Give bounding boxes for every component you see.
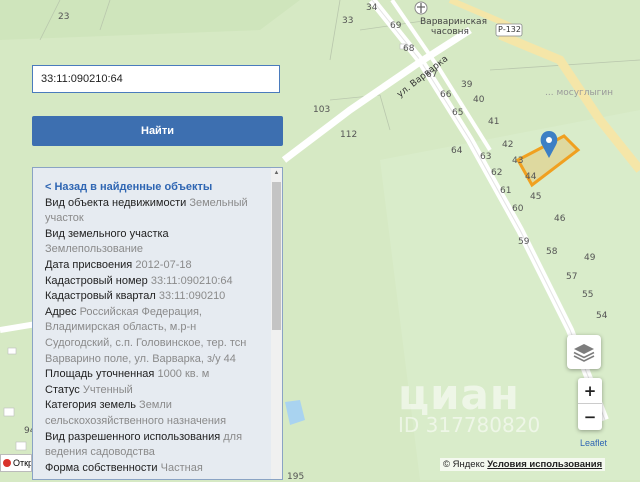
info-row: Категория земель Земли сельскохозяйствен…: [45, 399, 227, 427]
lot-number: 23: [58, 12, 70, 22]
lot-number: 49: [584, 253, 596, 263]
lot-number: 63: [480, 152, 492, 162]
lot-number: 62: [491, 168, 503, 178]
layers-icon: [573, 344, 595, 362]
lot-number: 195: [287, 472, 305, 482]
watermark: циан ID 317780820: [398, 370, 540, 437]
zoom-control: + −: [578, 378, 602, 430]
lot-number: 34: [366, 3, 378, 13]
lot-number: 66: [440, 90, 452, 100]
open-button-label: Откры: [13, 458, 31, 468]
lot-number: 69: [390, 21, 402, 31]
lot-number: 59: [518, 237, 530, 247]
lot-number: 67: [426, 70, 438, 80]
map-copyright: © Яндекс Условия использования: [440, 458, 606, 471]
lot-number: 61: [500, 186, 512, 196]
lot-number: 41: [488, 117, 500, 127]
scroll-up-arrow-icon[interactable]: ▲: [271, 168, 282, 179]
road-label: Р-132: [498, 25, 521, 34]
chapel-icon: [414, 1, 428, 15]
terms-of-use-link[interactable]: Условия использования: [487, 459, 602, 470]
zoom-in-button[interactable]: +: [578, 378, 602, 404]
lot-number: 40: [473, 95, 485, 105]
lot-number: 60: [512, 204, 524, 214]
lot-number: 65: [452, 108, 464, 118]
lot-number: 33: [342, 16, 354, 26]
red-dot-icon: [3, 459, 11, 467]
info-row: Адрес Российская Федерация, Владимирская…: [45, 305, 247, 365]
right-edge-label: ... мосуглыгин: [545, 88, 614, 98]
info-row: Форма собственности Частная: [45, 461, 203, 474]
lot-number: 68: [403, 44, 415, 54]
lot-number: 44: [525, 172, 537, 182]
yandex-copyright: © Яндекс: [443, 459, 485, 470]
info-row: Вид разрешенного использования для веден…: [45, 430, 243, 459]
lot-number: 64: [451, 146, 463, 156]
lot-number: 42: [502, 140, 514, 150]
lot-number: 58: [546, 247, 558, 257]
lot-number: 103: [313, 105, 331, 115]
object-info-panel[interactable]: < Назад в найденные объекты Вид объекта …: [32, 167, 283, 480]
info-row: Площадь уточненная 1000 кв. м: [45, 368, 210, 381]
info-row: Вид объекта недвижимости Земельный участ…: [45, 196, 248, 225]
back-to-results-link[interactable]: < Назад в найденные объекты: [45, 180, 264, 196]
info-row: Кадастровый номер 33:11:090210:64: [45, 274, 233, 287]
lot-number: 54: [596, 311, 608, 321]
zoom-out-button[interactable]: −: [578, 404, 602, 430]
chapel-label: Варваринская часовня: [420, 17, 487, 37]
lot-number: 39: [461, 80, 473, 90]
info-row: Вид земельного участка Землепользование: [45, 227, 169, 256]
open-button[interactable]: Откры: [0, 454, 32, 472]
lot-number: 57: [566, 272, 578, 282]
info-row: Дата присвоения 2012-07-18: [45, 258, 192, 271]
cadastral-search-input[interactable]: [32, 65, 280, 93]
lot-number: 43: [512, 156, 524, 166]
leaflet-attribution-link[interactable]: Leaflet: [580, 438, 607, 448]
lot-number: 46: [554, 214, 566, 224]
watermark-id: ID 317780820: [398, 413, 541, 437]
panel-scrollbar[interactable]: ▲: [271, 168, 282, 479]
layers-button[interactable]: [567, 335, 601, 369]
info-row: Статус Учтенный: [45, 383, 133, 396]
info-row: Кадастровый квартал 33:11:090210: [45, 290, 226, 303]
watermark-logo: циан: [398, 370, 520, 419]
find-button[interactable]: Найти: [32, 116, 283, 146]
lot-number: 55: [582, 290, 594, 300]
lot-number: 45: [530, 192, 542, 202]
lot-number: 112: [340, 130, 358, 140]
scroll-thumb[interactable]: [272, 182, 281, 330]
